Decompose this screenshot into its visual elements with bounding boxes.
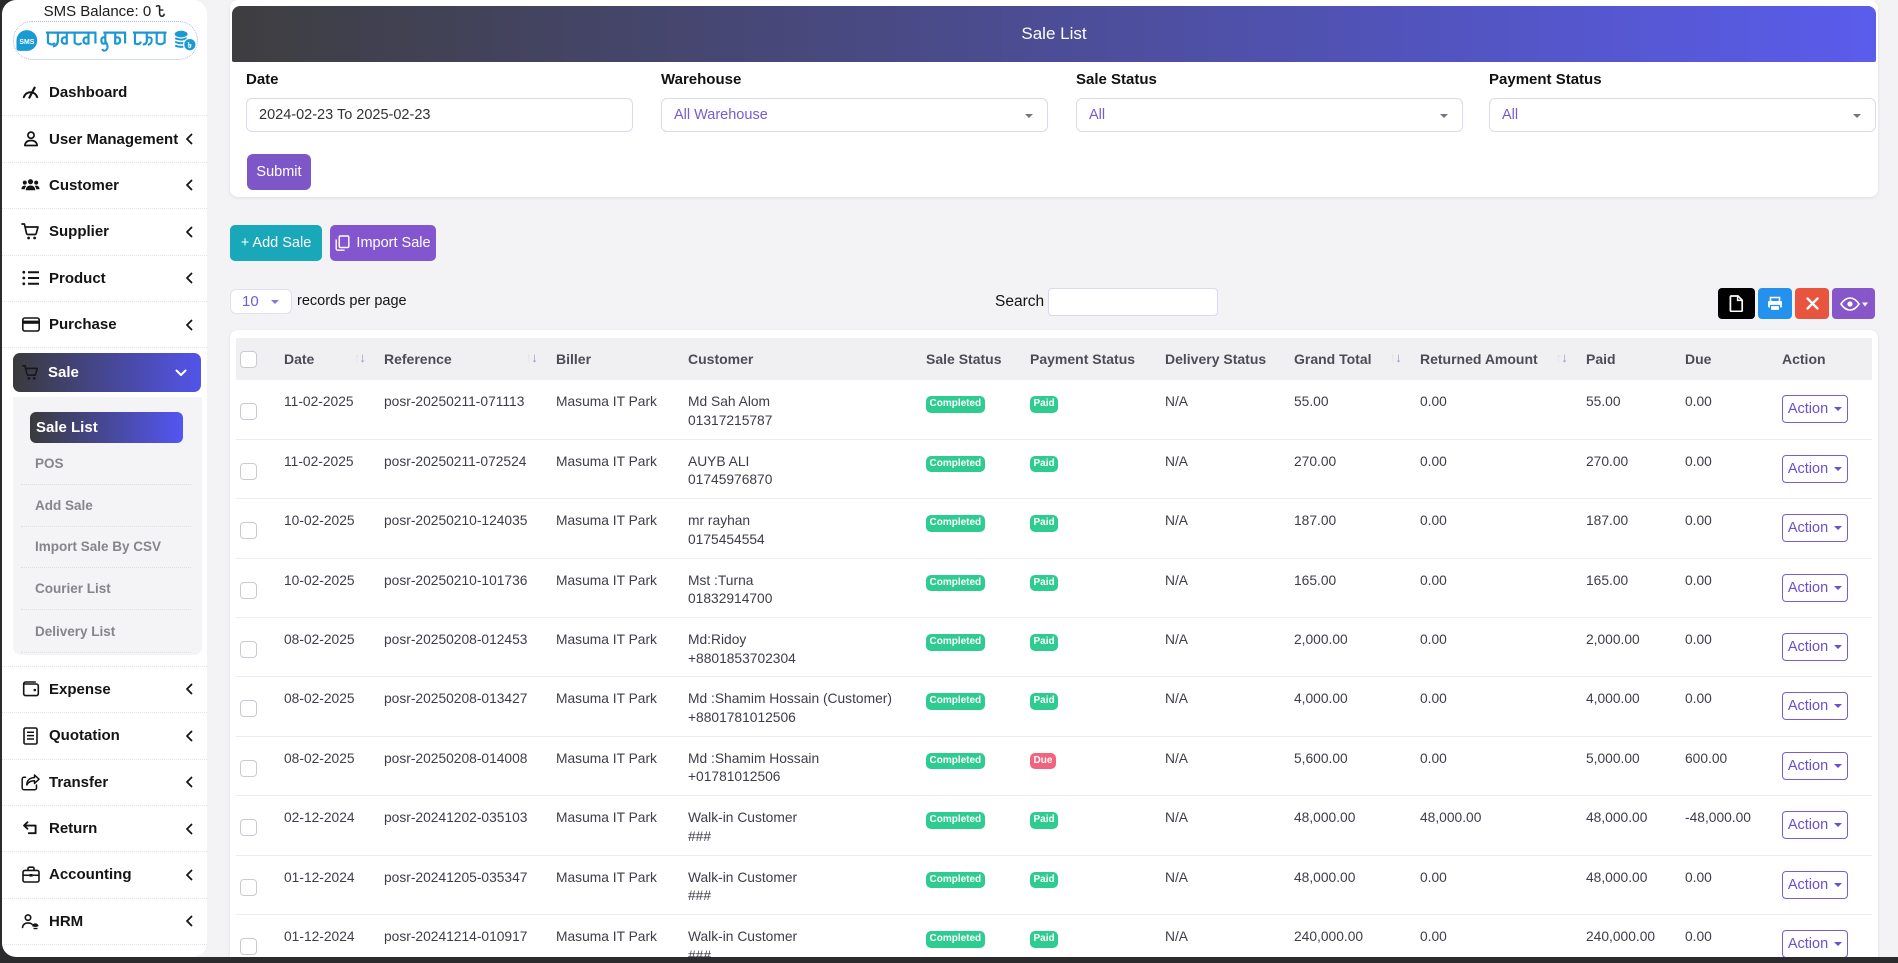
svg-text:৳: ৳ <box>188 41 192 50</box>
svg-text:SMS: SMS <box>19 38 34 45</box>
